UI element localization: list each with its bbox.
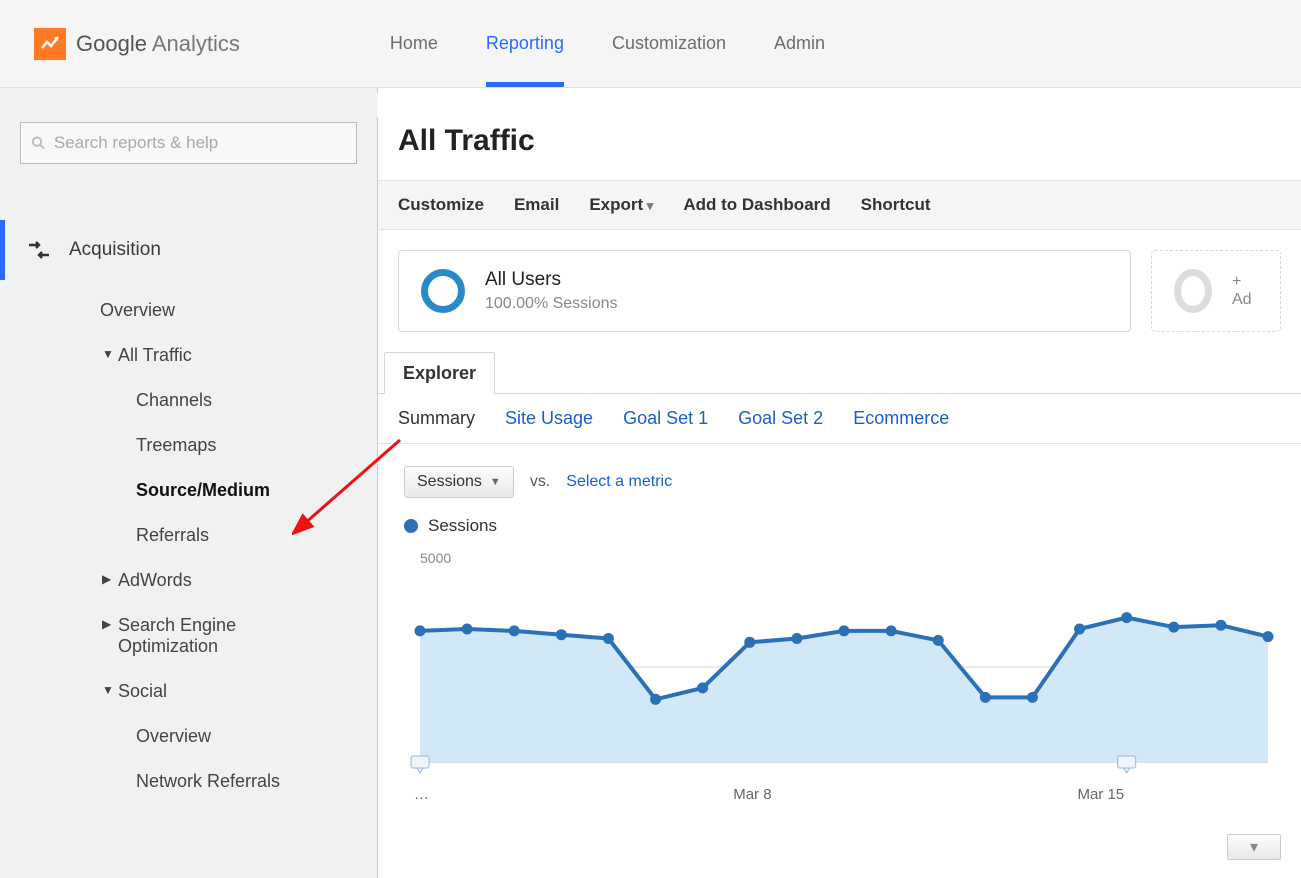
brand-bold: Google [76, 31, 147, 56]
vs-label: vs. [530, 473, 550, 491]
segment-row: All Users 100.00% Sessions + Ad [378, 230, 1301, 352]
sidebar-item-adwords[interactable]: ▶AdWords [0, 558, 377, 603]
chart-area: 5000 2,500 … Mar 8 Mar 15 [378, 550, 1301, 816]
segment-all-users[interactable]: All Users 100.00% Sessions [398, 250, 1131, 332]
sidebar-item-social[interactable]: ▼Social [0, 669, 377, 714]
sidebar-item-source-medium[interactable]: Source/Medium [0, 468, 377, 513]
acquisition-icon [27, 238, 51, 262]
x-tick-mar15: Mar 15 [1077, 786, 1124, 803]
sessions-line-chart[interactable]: 2,500 [404, 566, 1274, 776]
segment-add[interactable]: + Ad [1151, 250, 1281, 332]
customize-button[interactable]: Customize [398, 195, 484, 215]
report-main: All Traffic Customize Email Export Add t… [378, 88, 1301, 878]
brand-thin: Analytics [147, 31, 240, 56]
sidebar-item-all-traffic[interactable]: ▼All Traffic [0, 333, 377, 378]
sidebar: ◂ Acquisition Overview ▼All Traffic Chan… [0, 88, 378, 878]
legend-label: Sessions [428, 516, 497, 536]
caret-right-icon: ▶ [102, 572, 111, 586]
product-logo: Google Analytics [34, 28, 240, 60]
nav-admin[interactable]: Admin [774, 0, 825, 87]
subtab-goal-set-1[interactable]: Goal Set 1 [623, 408, 708, 429]
sidebar-item-overview[interactable]: Overview [0, 288, 377, 333]
legend-dot-icon [404, 519, 418, 533]
x-tick-start: … [414, 786, 429, 803]
sidebar-item-channels[interactable]: Channels [0, 378, 377, 423]
chevron-down-icon: ▼ [490, 476, 501, 488]
subtab-goal-set-2[interactable]: Goal Set 2 [738, 408, 823, 429]
report-toolbar: Customize Email Export Add to Dashboard … [378, 180, 1301, 230]
sidebar-item-referrals[interactable]: Referrals [0, 513, 377, 558]
nav-customization[interactable]: Customization [612, 0, 726, 87]
caret-down-icon: ▼ [102, 347, 114, 361]
caret-right-icon: ▶ [102, 617, 111, 631]
email-button[interactable]: Email [514, 195, 559, 215]
sidebar-item-treemaps[interactable]: Treemaps [0, 423, 377, 468]
search-box[interactable] [20, 122, 357, 164]
x-axis-labels: … Mar 8 Mar 15 [404, 786, 1275, 806]
nav-home[interactable]: Home [390, 0, 438, 87]
metric-selector-row: Sessions ▼ vs. Select a metric [378, 444, 1301, 506]
nav-reporting[interactable]: Reporting [486, 0, 564, 87]
search-icon [31, 135, 46, 151]
export-dropdown[interactable]: Export [589, 195, 653, 215]
y-tick-5000: 5000 [420, 550, 1275, 566]
donut-grey-icon [1174, 269, 1212, 313]
sidebar-section-acquisition[interactable]: Acquisition [0, 220, 377, 280]
add-to-dashboard-button[interactable]: Add to Dashboard [683, 195, 830, 215]
ga-logo-icon [34, 28, 66, 60]
product-name: Google Analytics [76, 31, 240, 57]
search-input[interactable] [54, 133, 346, 153]
segment-subtitle: 100.00% Sessions [485, 295, 618, 313]
subtab-site-usage[interactable]: Site Usage [505, 408, 593, 429]
select-metric-link[interactable]: Select a metric [566, 473, 672, 491]
segment-title: All Users [485, 269, 618, 291]
explorer-subtabs: Summary Site Usage Goal Set 1 Goal Set 2… [378, 394, 1301, 444]
page-title: All Traffic [378, 88, 1301, 180]
sidebar-tree: Overview ▼All Traffic Channels Treemaps … [0, 280, 377, 804]
donut-icon [421, 269, 465, 313]
segment-add-label: + Ad [1232, 273, 1258, 309]
primary-nav: Home Reporting Customization Admin [390, 0, 825, 87]
metric-dropdown[interactable]: Sessions ▼ [404, 466, 514, 498]
subtab-summary[interactable]: Summary [398, 408, 475, 429]
sidebar-section-label: Acquisition [69, 239, 161, 261]
sidebar-item-network-referrals[interactable]: Network Referrals [0, 759, 377, 804]
subtab-ecommerce[interactable]: Ecommerce [853, 408, 949, 429]
sidebar-item-seo[interactable]: ▶Search Engine Optimization [0, 603, 377, 669]
top-nav: Google Analytics Home Reporting Customiz… [0, 0, 1301, 88]
report-tabs: Explorer [378, 352, 1301, 394]
x-tick-mar8: Mar 8 [733, 786, 771, 803]
shortcut-button[interactable]: Shortcut [861, 195, 931, 215]
sidebar-item-social-overview[interactable]: Overview [0, 714, 377, 759]
chart-legend: Sessions [378, 506, 1301, 546]
tab-explorer[interactable]: Explorer [384, 352, 495, 394]
chart-options-button[interactable]: ▾ [1227, 834, 1281, 860]
caret-down-icon: ▼ [102, 683, 114, 697]
